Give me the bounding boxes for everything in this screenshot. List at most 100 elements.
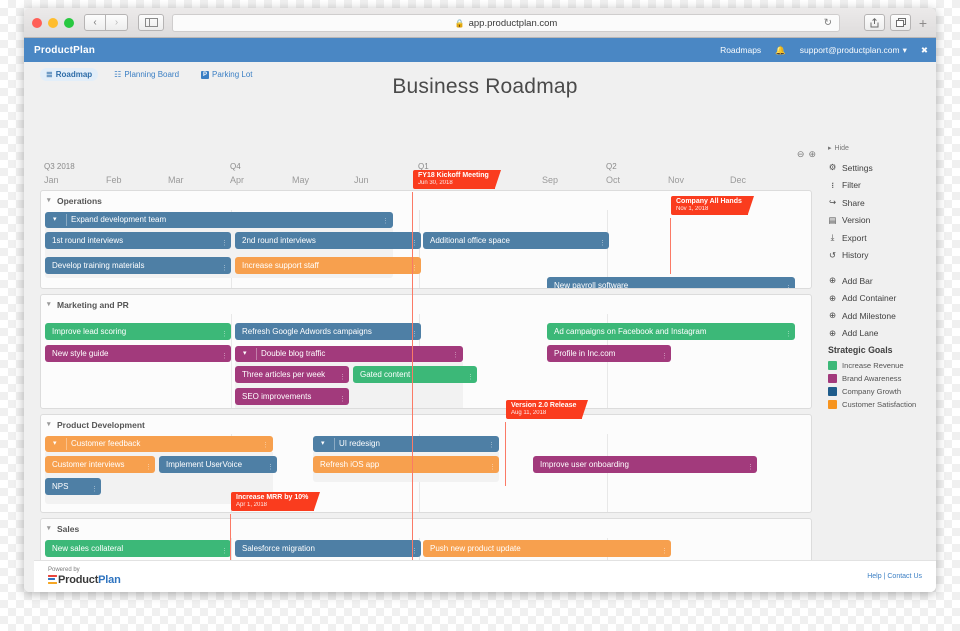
address-bar[interactable]: 🔒 app.productplan.com ↻: [172, 14, 840, 32]
maximize-window-icon[interactable]: [64, 17, 74, 28]
roadmap-canvas[interactable]: Q3 2018 Q4 Q1 Q2 Jan Feb Mar Apr May Jun Sep Oct Nov…: [40, 162, 812, 592]
sidebar-add-container-button[interactable]: ⊕ Add Container: [828, 293, 930, 304]
lane-title[interactable]: ▾ Sales: [41, 519, 811, 538]
sidebar-item-settings[interactable]: ⚙ Settings: [828, 162, 930, 173]
sidebar-item-share[interactable]: ↪ Share: [828, 197, 930, 208]
milestone[interactable]: Company All Hands Nov 1, 2018: [671, 196, 754, 215]
bar-grip-icon[interactable]: ⋮: [221, 543, 228, 557]
sidebar-toggle-icon[interactable]: [138, 14, 164, 31]
reload-icon[interactable]: ↻: [824, 18, 832, 29]
new-tab-plus-icon[interactable]: +: [916, 16, 930, 30]
chevron-down-icon[interactable]: ▾: [53, 212, 57, 228]
bar-grip-icon[interactable]: ⋮: [467, 369, 474, 383]
container-bar[interactable]: ▾ UI redesign ⋮: [313, 436, 499, 452]
roadmap-bar[interactable]: Implement UserVoice ⋮: [159, 456, 277, 473]
milestone[interactable]: Version 2.0 Release Aug 11, 2018: [506, 400, 589, 419]
roadmap-bar[interactable]: New sales collateral ⋮: [45, 540, 231, 557]
roadmap-bar[interactable]: Increase support staff ⋮: [235, 257, 421, 274]
milestone-flag[interactable]: Increase MRR by 10% Apr 1, 2018: [231, 492, 321, 511]
lane-title[interactable]: ▾ Marketing and PR: [41, 295, 811, 314]
sidebar-add-lane-button[interactable]: ⊕ Add Lane: [828, 328, 930, 339]
roadmap-bar[interactable]: New style guide ⋮: [45, 345, 231, 362]
help-link[interactable]: Help: [867, 573, 881, 580]
chevron-down-icon[interactable]: ▾: [53, 436, 57, 452]
bar-grip-icon[interactable]: ⋮: [221, 326, 228, 340]
milestone[interactable]: FY18 Kickoff Meeting Jun 30, 2018: [413, 170, 501, 189]
forward-chevron-icon[interactable]: ›: [106, 14, 128, 31]
close-window-icon[interactable]: [32, 17, 42, 28]
zoom-out-icon[interactable]: ⊖: [797, 149, 805, 160]
chevron-down-icon[interactable]: ▾: [243, 346, 247, 362]
lane-title[interactable]: ▾ Product Development: [41, 415, 811, 434]
container-bar[interactable]: ▾ Double blog traffic ⋮: [235, 346, 463, 362]
roadmap-bar[interactable]: Refresh Google Adwords campaigns ⋮: [235, 323, 421, 340]
chevron-down-icon[interactable]: ▾: [47, 524, 51, 532]
bar-grip-icon[interactable]: ⋮: [489, 459, 496, 473]
bar-grip-icon[interactable]: ⋮: [267, 459, 274, 473]
fullscreen-icon[interactable]: ✖: [921, 45, 928, 56]
back-chevron-icon[interactable]: ‹: [84, 14, 106, 31]
roadmap-bar[interactable]: NPS ⋮: [45, 478, 101, 495]
sidebar-item-export[interactable]: ⤓ Export: [828, 232, 930, 243]
account-menu[interactable]: support@productplan.com ▾: [800, 45, 907, 56]
sidebar-add-milestone-button[interactable]: ⊕ Add Milestone: [828, 310, 930, 321]
sidebar-item-version[interactable]: ▤ Version: [828, 215, 930, 226]
bar-grip-icon[interactable]: ⋮: [339, 391, 346, 405]
roadmap-bar[interactable]: Gated content ⋮: [353, 366, 477, 383]
chevron-down-icon[interactable]: ▾: [47, 196, 51, 204]
strategic-goal-item[interactable]: Customer Satisfaction: [828, 400, 930, 409]
bar-grip-icon[interactable]: ⋮: [382, 214, 389, 228]
roadmap-bar[interactable]: Refresh iOS app ⋮: [313, 456, 499, 473]
sidebar-item-filter[interactable]: ᎒ Filter: [828, 180, 930, 191]
minimize-window-icon[interactable]: [48, 17, 58, 28]
tab-planning-board[interactable]: ☷ Planning Board: [108, 68, 185, 81]
bar-grip-icon[interactable]: ⋮: [785, 326, 792, 340]
roadmap-bar[interactable]: Develop training materials ⋮: [45, 257, 231, 274]
roadmap-bar[interactable]: Additional office space ⋮: [423, 232, 609, 249]
roadmap-bar[interactable]: Improve lead scoring ⋮: [45, 323, 231, 340]
bar-grip-icon[interactable]: ⋮: [488, 438, 495, 452]
bar-grip-icon[interactable]: ⋮: [262, 438, 269, 452]
tab-roadmap[interactable]: ≣ Roadmap: [40, 68, 99, 81]
tab-overview-icon[interactable]: [890, 14, 911, 31]
milestone-flag[interactable]: FY18 Kickoff Meeting Jun 30, 2018: [413, 170, 501, 189]
roadmap-bar[interactable]: Push new product update ⋮: [423, 540, 671, 557]
sidebar-item-history[interactable]: ↺ History: [828, 250, 930, 261]
bar-grip-icon[interactable]: ⋮: [599, 235, 606, 249]
bar-grip-icon[interactable]: ⋮: [661, 348, 668, 362]
roadmap-bar[interactable]: Three articles per week ⋮: [235, 366, 349, 383]
bar-grip-icon[interactable]: ⋮: [145, 459, 152, 473]
bar-grip-icon[interactable]: ⋮: [785, 280, 792, 288]
window-controls[interactable]: [32, 17, 74, 28]
roadmap-bar[interactable]: 2nd round interviews ⋮: [235, 232, 421, 249]
bar-grip-icon[interactable]: ⋮: [339, 369, 346, 383]
bar-grip-icon[interactable]: ⋮: [221, 260, 228, 274]
roadmap-bar[interactable]: Customer interviews ⋮: [45, 456, 155, 473]
hide-sidebar-button[interactable]: ▸ Hide: [828, 144, 930, 153]
chevron-down-icon[interactable]: ▾: [47, 420, 51, 428]
milestone-flag[interactable]: Company All Hands Nov 1, 2018: [671, 196, 754, 215]
roadmap-bar[interactable]: Ad campaigns on Facebook and Instagram ⋮: [547, 323, 795, 340]
share-icon[interactable]: [864, 14, 885, 31]
contact-us-link[interactable]: Contact Us: [887, 573, 922, 580]
tab-parking-lot[interactable]: P Parking Lot: [195, 68, 258, 81]
milestone-flag[interactable]: Version 2.0 Release Aug 11, 2018: [506, 400, 589, 419]
roadmap-bar[interactable]: New payroll software ⋮: [547, 277, 795, 288]
container-bar[interactable]: ▾ Expand development team ⋮: [45, 212, 393, 228]
bar-grip-icon[interactable]: ⋮: [221, 235, 228, 249]
roadmap-bar[interactable]: Profile in Inc.com ⋮: [547, 345, 671, 362]
strategic-goal-item[interactable]: Company Growth: [828, 387, 930, 396]
strategic-goal-item[interactable]: Increase Revenue: [828, 361, 930, 370]
chevron-down-icon[interactable]: ▾: [321, 436, 325, 452]
zoom-in-icon[interactable]: ⊕: [808, 149, 816, 160]
bar-grip-icon[interactable]: ⋮: [747, 459, 754, 473]
sidebar-add-bar-button[interactable]: ⊕ Add Bar: [828, 275, 930, 286]
bar-grip-icon[interactable]: ⋮: [91, 481, 98, 495]
nav-roadmaps[interactable]: Roadmaps: [720, 45, 761, 55]
bell-icon[interactable]: 🔔: [775, 45, 786, 56]
strategic-goal-item[interactable]: Brand Awareness: [828, 374, 930, 383]
roadmap-bar[interactable]: Improve user onboarding ⋮: [533, 456, 757, 473]
bar-grip-icon[interactable]: ⋮: [452, 348, 459, 362]
roadmap-bar[interactable]: SEO improvements ⋮: [235, 388, 349, 405]
milestone[interactable]: Increase MRR by 10% Apr 1, 2018: [231, 492, 321, 511]
